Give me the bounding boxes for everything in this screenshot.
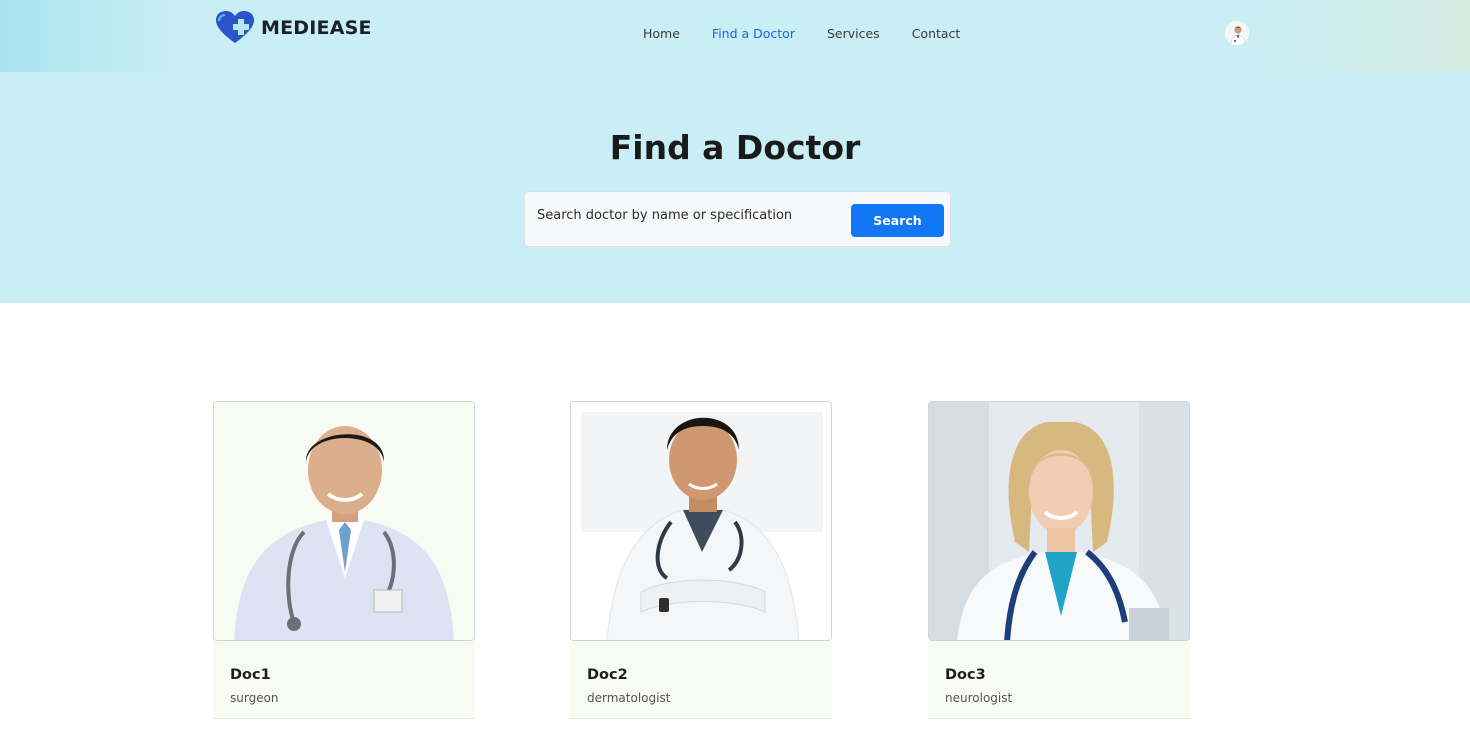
- doctor-name: Doc2: [587, 667, 628, 683]
- doctor-photo: [928, 401, 1190, 641]
- heart-logo-icon: [216, 11, 254, 43]
- hero-section: Find a Doctor Search: [0, 72, 1470, 303]
- doctor-card-body: Doc1 surgeon: [213, 641, 475, 719]
- doctor-card[interactable]: Doc3 neurologist: [928, 401, 1190, 719]
- doctor-card-body: Doc3 neurologist: [928, 641, 1190, 719]
- doctor-photo: [570, 401, 832, 641]
- doctor-name: Doc1: [230, 667, 271, 683]
- page-title: Find a Doctor: [609, 128, 861, 167]
- brand-name: MEDIEASE: [261, 17, 372, 39]
- doctor-specialty: dermatologist: [587, 691, 671, 705]
- nav-link-find-a-doctor[interactable]: Find a Doctor: [712, 26, 795, 41]
- doctor-card[interactable]: Doc2 dermatologist: [570, 401, 832, 719]
- nav-link-home[interactable]: Home: [643, 26, 680, 41]
- brand-logo[interactable]: MEDIEASE: [215, 10, 372, 46]
- nav-link-contact[interactable]: Contact: [912, 26, 961, 41]
- top-navbar: MEDIEASE Home Find a Doctor Services Con…: [0, 0, 1470, 72]
- doctor-search-input[interactable]: [537, 204, 837, 226]
- doctor-specialty: surgeon: [230, 691, 279, 705]
- doctor-photo: [213, 401, 475, 641]
- doctor-card[interactable]: Doc1 surgeon: [213, 401, 475, 719]
- user-avatar-icon: [1225, 21, 1249, 45]
- doctor-card-body: Doc2 dermatologist: [570, 641, 832, 719]
- nav-link-services[interactable]: Services: [827, 26, 880, 41]
- doctor-name: Doc3: [945, 667, 986, 683]
- search-button[interactable]: Search: [851, 204, 944, 237]
- user-avatar[interactable]: [1224, 20, 1250, 46]
- doctor-search-bar: Search: [524, 191, 951, 247]
- main-nav: Home Find a Doctor Services Contact: [643, 26, 960, 41]
- doctor-specialty: neurologist: [945, 691, 1013, 705]
